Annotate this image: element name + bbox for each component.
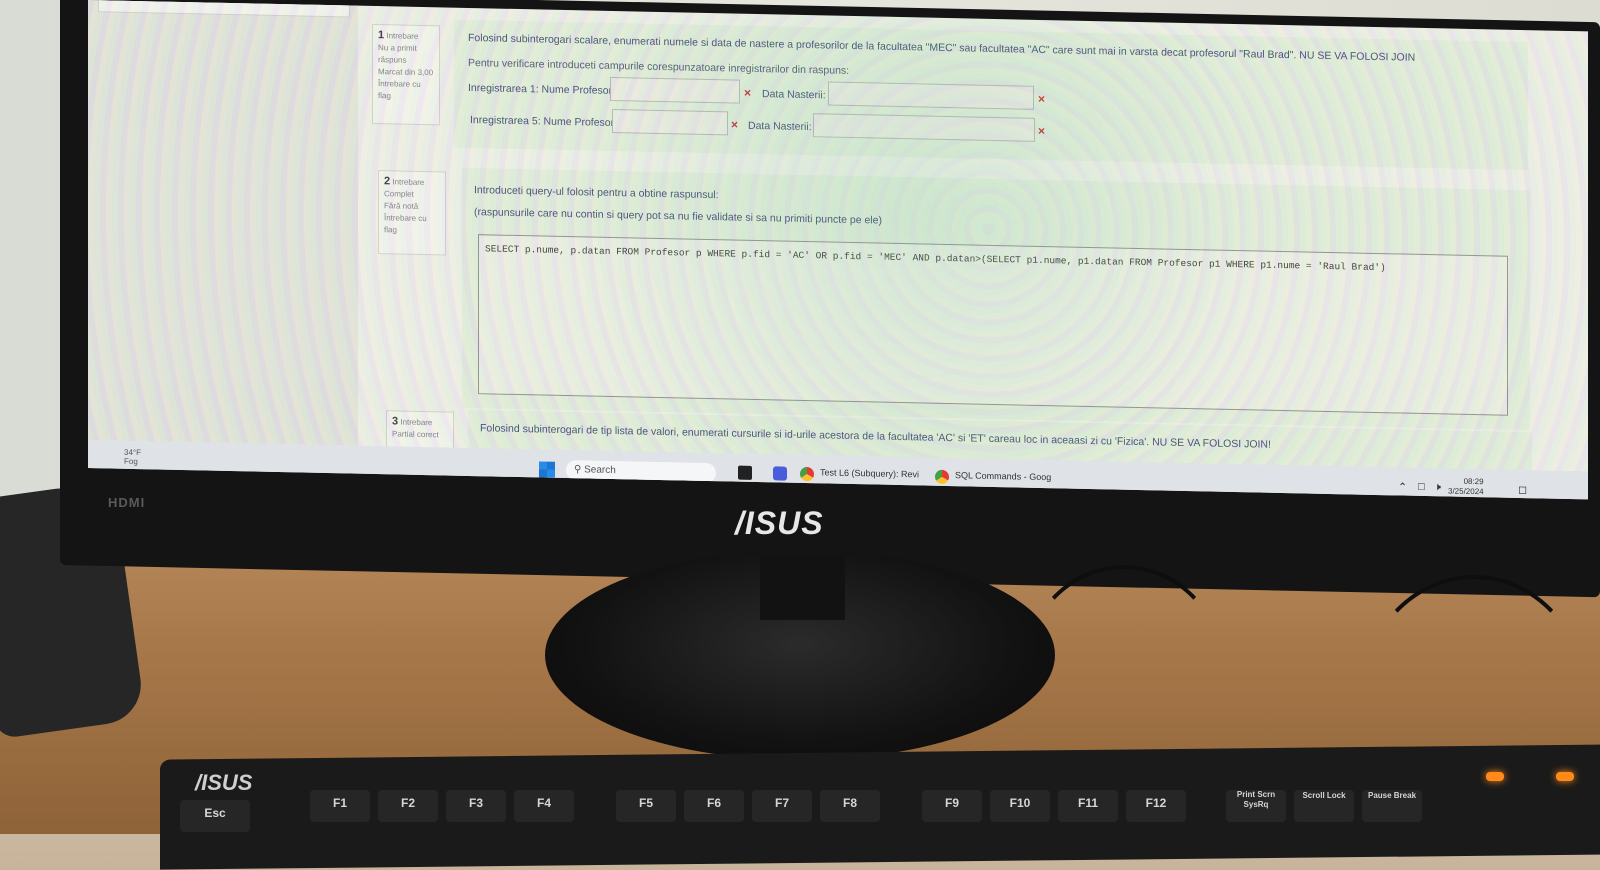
- clock-date: 3/25/2024: [1448, 486, 1484, 497]
- key-f7[interactable]: F7: [752, 790, 812, 822]
- question-2-info: 2 Intrebare Complet Fără notă Întrebare …: [378, 170, 446, 256]
- row5-name-wrong-icon: ×: [731, 117, 739, 132]
- chrome-icon[interactable]: [800, 466, 814, 482]
- key-f4[interactable]: F4: [514, 790, 574, 822]
- keyboard-brand-logo: /ISUS: [195, 770, 253, 795]
- page-left-margin: [88, 0, 358, 446]
- question-1-marks: Marcat din 3,00: [378, 67, 434, 78]
- question-2-marks: Fără notă: [384, 201, 419, 211]
- question-1-flag[interactable]: Întrebare cu flag: [378, 79, 421, 100]
- task-view-icon[interactable]: [738, 465, 752, 480]
- monitor-screen: 1 Intrebare Nu a primit răspuns Marcat d…: [88, 0, 1588, 500]
- key-esc[interactable]: Esc: [180, 800, 250, 832]
- question-1-label: Intrebare: [386, 31, 419, 41]
- row1-name-wrong-icon: ×: [744, 85, 752, 100]
- question-2-number: 2: [384, 175, 391, 188]
- weather-desc: Fog: [124, 456, 138, 467]
- chrome-icon-2[interactable]: [935, 469, 949, 485]
- row1-date-field[interactable]: [828, 81, 1034, 110]
- key-f10[interactable]: F10: [990, 790, 1050, 822]
- row1-date-label: Data Nasterii:: [762, 88, 826, 102]
- search-label: Search: [584, 464, 616, 477]
- query-textarea[interactable]: SELECT p.nume, p.datan FROM Profesor p W…: [478, 234, 1508, 416]
- start-button[interactable]: [539, 461, 555, 478]
- question-2-status: Complet: [384, 189, 414, 199]
- monitor-stand-neck: [760, 555, 845, 620]
- taskbar-app-test[interactable]: Test L6 (Subquery): Revi: [820, 467, 919, 479]
- key-print-screen[interactable]: Print Scrn SysRq: [1226, 790, 1286, 822]
- chevron-up-icon[interactable]: ⌃: [1398, 480, 1407, 493]
- key-f5[interactable]: F5: [616, 790, 676, 822]
- question-1-info: 1 Intrebare Nu a primit răspuns Marcat d…: [372, 23, 440, 126]
- weather-widget[interactable]: 34°F Fog: [124, 448, 141, 466]
- row1-name-field[interactable]: [610, 76, 740, 104]
- keyboard-led: [1486, 772, 1504, 781]
- key-f9[interactable]: F9: [922, 790, 982, 822]
- clock-time: 08:29: [1463, 476, 1484, 487]
- weather-temp: 34°F: [124, 447, 141, 458]
- teams-icon[interactable]: [773, 466, 787, 481]
- key-scroll-lock[interactable]: Scroll Lock: [1294, 790, 1354, 822]
- key-f6[interactable]: F6: [684, 790, 744, 822]
- question-3-status: Partial corect: [392, 429, 439, 440]
- key-f1[interactable]: F1: [310, 790, 370, 822]
- notification-bell-icon[interactable]: ◻: [1518, 483, 1527, 496]
- row5-name-field[interactable]: [612, 108, 728, 136]
- speaker-muted-icon[interactable]: 🕨: [1434, 481, 1441, 494]
- question-1-number: 1: [378, 29, 385, 42]
- row5-date-field[interactable]: [813, 113, 1035, 142]
- question-3-number: 3: [392, 415, 399, 428]
- hdmi-label: HDMI: [108, 495, 146, 510]
- question-1-status: Nu a primit răspuns: [378, 43, 417, 65]
- key-f2[interactable]: F2: [378, 790, 438, 822]
- question-2-flag[interactable]: Întrebare cu flag: [384, 213, 427, 234]
- search-icon: ⚲: [574, 464, 582, 476]
- taskbar-clock[interactable]: 08:29 3/25/2024: [1448, 476, 1484, 497]
- question-3-label: Intrebare: [400, 417, 433, 428]
- monitor-brand-logo: /ISUS: [735, 505, 824, 541]
- key-f8[interactable]: F8: [820, 790, 880, 822]
- key-pause-break[interactable]: Pause Break: [1362, 790, 1422, 822]
- taskbar-app-sql[interactable]: SQL Commands - Goog: [955, 470, 1051, 482]
- key-f3[interactable]: F3: [446, 790, 506, 822]
- row5-date-wrong-icon: ×: [1038, 123, 1046, 139]
- key-f12[interactable]: F12: [1126, 790, 1186, 822]
- row1-date-wrong-icon: ×: [1038, 91, 1046, 107]
- keyboard-led-2: [1556, 772, 1574, 781]
- question-2-label: Intrebare: [392, 177, 425, 188]
- question-3-info: 3 Intrebare Partial corect: [386, 410, 454, 452]
- display-icon[interactable]: □: [1418, 481, 1425, 493]
- key-f11[interactable]: F11: [1058, 790, 1118, 822]
- row5-date-label: Data Nasterii:: [748, 119, 812, 134]
